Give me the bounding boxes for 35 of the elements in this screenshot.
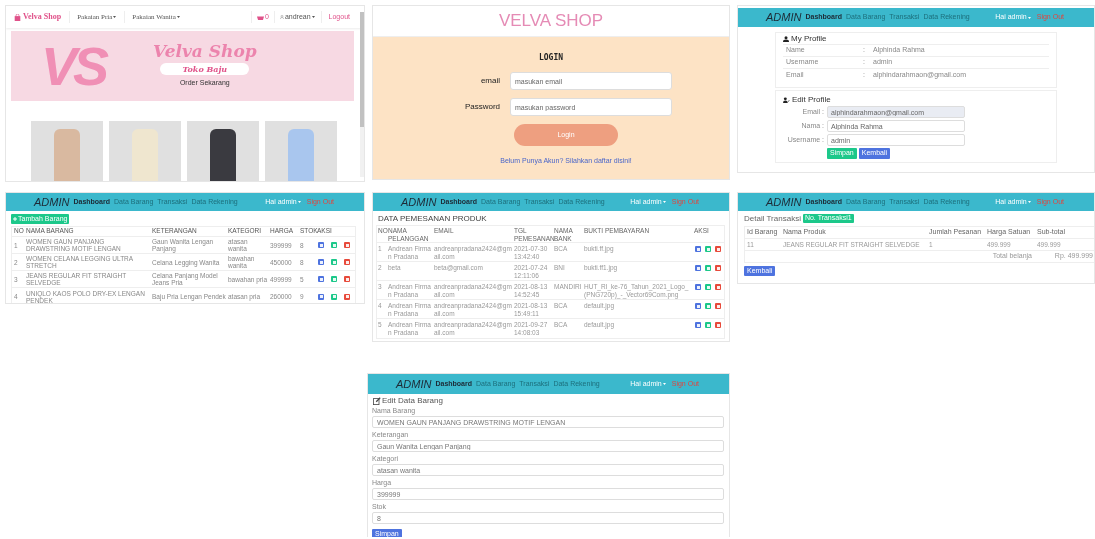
caret-icon [176, 16, 180, 18]
caret-icon [297, 201, 301, 203]
caret-icon [1027, 16, 1031, 19]
shop-title: VELVA SHOP [498, 10, 604, 33]
page-title: Edit Data Barang [382, 395, 443, 407]
caret-icon [662, 383, 666, 385]
user-icon [783, 35, 789, 42]
admin-brand[interactable]: ADMIN [766, 12, 802, 23]
banner-subtitle: Toko Baju [160, 63, 250, 76]
photo-placeholder[interactable] [187, 121, 259, 181]
card-title: Edit Profile [792, 93, 831, 106]
admin-brand[interactable]: ADMIN [401, 196, 437, 208]
shopping-bag-icon [14, 13, 21, 21]
edit-icon [373, 397, 381, 405]
login-heading: LOGIN [538, 52, 564, 64]
user-icon [279, 15, 284, 19]
caret-icon [311, 16, 315, 18]
page-title: Detail Transaksi [744, 212, 801, 225]
field-label: Password [463, 101, 501, 113]
admin-brand[interactable]: ADMIN [766, 196, 802, 208]
banner-title: Velva Shop [153, 43, 257, 61]
basket-icon [256, 14, 264, 20]
admin-brand[interactable]: ADMIN [396, 378, 432, 390]
plus-icon [13, 217, 17, 221]
caret-icon [662, 201, 666, 203]
field-label: email [479, 75, 501, 87]
caret-icon [113, 16, 117, 18]
card-title: My Profile [791, 32, 827, 45]
shop-brand[interactable]: Velva Shop [23, 11, 62, 23]
banner-logo: VS [41, 39, 107, 93]
caret-icon [1027, 201, 1031, 203]
user-edit-icon [783, 96, 790, 103]
admin-brand[interactable]: ADMIN [34, 196, 70, 208]
page-title: DATA PEMESANAN PRODUK [378, 213, 488, 225]
scrollbar[interactable] [360, 12, 364, 177]
